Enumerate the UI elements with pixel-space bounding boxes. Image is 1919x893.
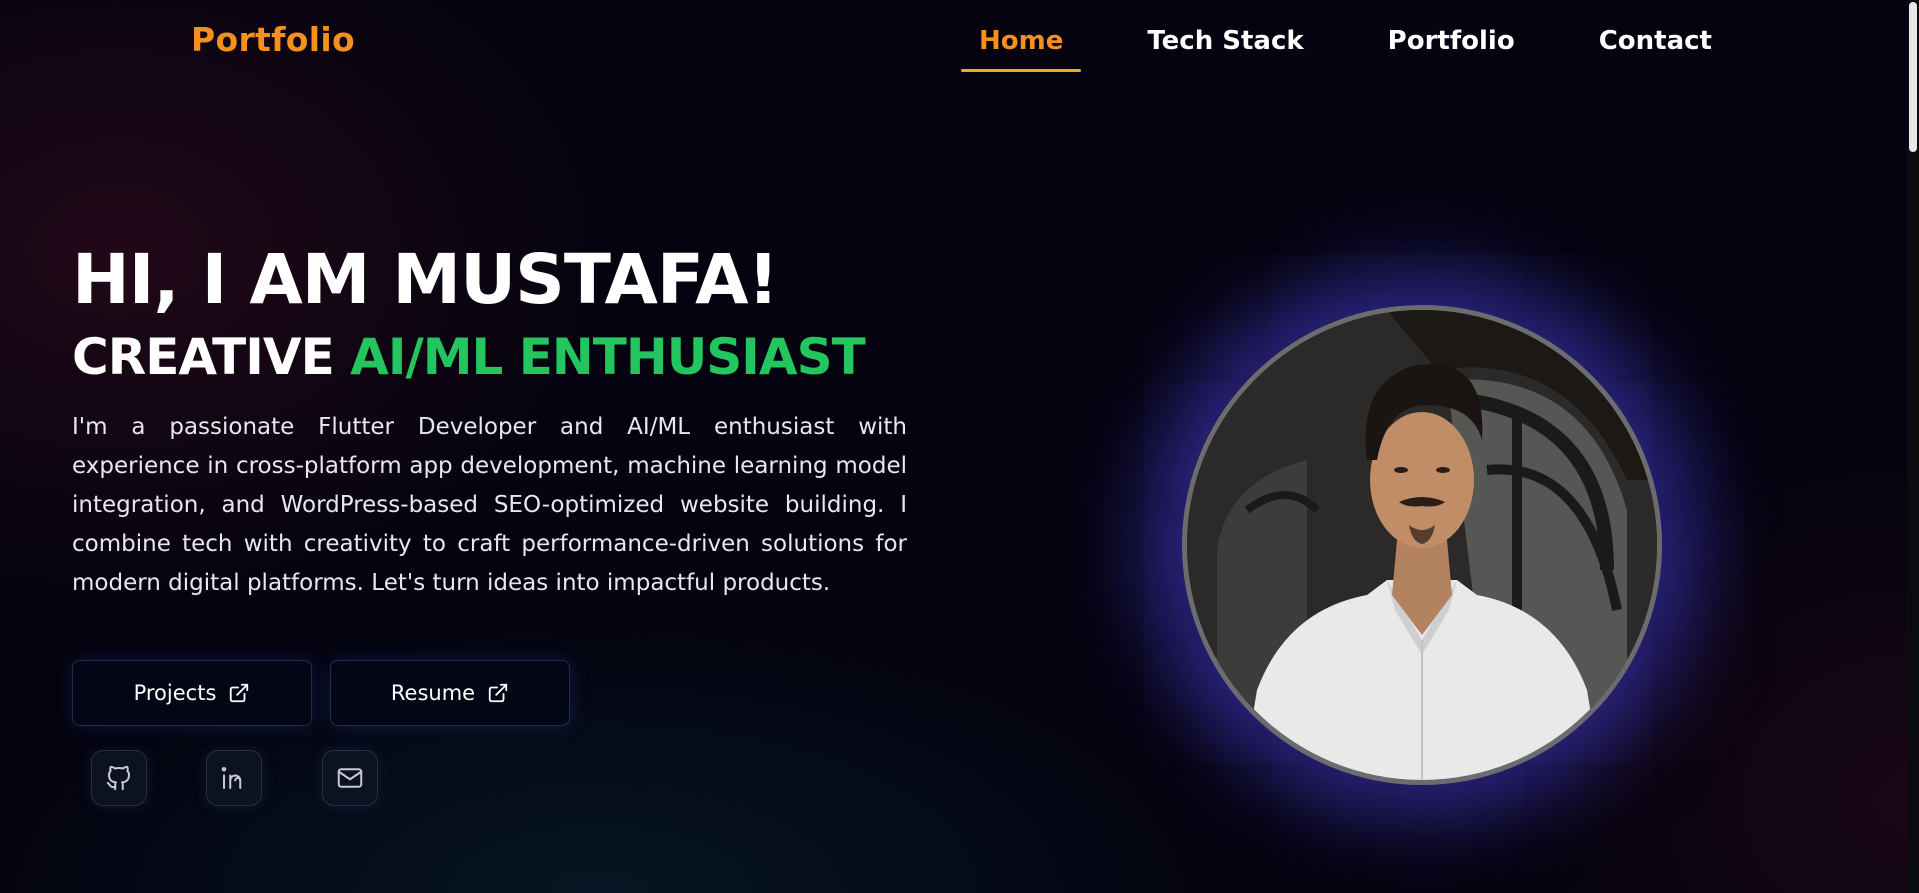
- nav-home[interactable]: Home: [960, 24, 1082, 72]
- profile-photo: [1182, 305, 1662, 785]
- scrollbar[interactable]: [1907, 0, 1919, 893]
- scrollbar-thumb[interactable]: [1909, 2, 1917, 152]
- resume-button-label: Resume: [390, 681, 476, 705]
- linkedin-link[interactable]: [206, 750, 262, 806]
- brand-logo[interactable]: Portfolio: [191, 20, 355, 59]
- mail-link[interactable]: [322, 750, 378, 806]
- nav-portfolio[interactable]: Portfolio: [1388, 24, 1515, 72]
- hero-title: HI, I AM MUSTAFA!: [72, 240, 779, 320]
- mail-icon: [337, 768, 363, 788]
- linkedin-icon: [221, 767, 242, 789]
- hero-subtitle-prefix: CREATIVE: [72, 328, 335, 386]
- page: Portfolio Home Tech Stack Portfolio Cont…: [0, 0, 1919, 893]
- hero-subtitle: CREATIVE AI/ML ENTHUSIAST: [72, 332, 866, 382]
- resume-button[interactable]: Resume: [330, 660, 570, 726]
- github-icon: [106, 765, 130, 791]
- external-link-icon: [230, 683, 249, 703]
- external-link-icon: [488, 683, 508, 703]
- hero-subtitle-accent: AI/ML ENTHUSIAST: [350, 328, 866, 386]
- hero-description: I'm a passionate Flutter Developer and A…: [72, 414, 907, 596]
- projects-button-label: Projects: [133, 681, 217, 705]
- nav-tech-stack[interactable]: Tech Stack: [1147, 24, 1303, 72]
- github-link[interactable]: [91, 750, 147, 806]
- main-nav: Home Tech Stack Portfolio Contact: [960, 24, 1712, 72]
- profile-photo-illustration: [1187, 310, 1657, 780]
- projects-button[interactable]: Projects: [72, 660, 312, 726]
- nav-contact[interactable]: Contact: [1599, 24, 1712, 72]
